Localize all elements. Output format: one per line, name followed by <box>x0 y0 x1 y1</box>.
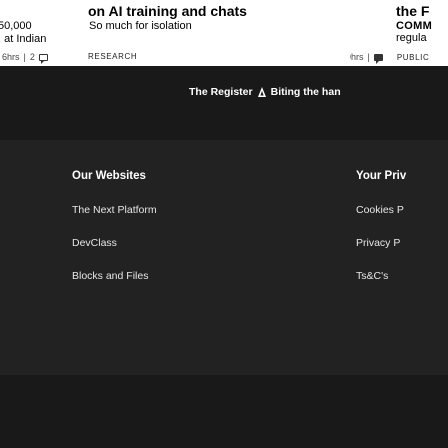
bite-icon <box>257 87 266 97</box>
article-card-center[interactable]: on AI training and chats So much for iso… <box>88 0 350 66</box>
footer-link-privacy-policy[interactable]: Privacy P <box>356 237 448 250</box>
article-subtitle: So much for isolation <box>89 20 192 32</box>
article-time: 6hrs <box>2 52 20 62</box>
footer-link-the-next-platform[interactable]: The Next Platform <box>72 204 242 217</box>
footer-link-blocks-and-files[interactable]: Blocks and Files <box>72 270 242 283</box>
article-card-left[interactable]: 50,000 , at Indian 6hrs | 2 <box>0 0 88 66</box>
footer-column-our-websites: Our Websites The Next Platform DevClass … <box>72 170 242 283</box>
article-card-right[interactable]: the F COMM regula 9hrs | PUBLIC <box>350 0 448 66</box>
footer-column-heading: Your Priv <box>356 170 407 182</box>
footer-link-devclass[interactable]: DevClass <box>72 237 242 250</box>
article-subtitle-line2: regula <box>396 32 427 44</box>
article-section-tag[interactable]: RESEARCH <box>88 52 137 61</box>
footer-link-terms[interactable]: Ts&C's <box>356 270 448 283</box>
article-section-tag[interactable]: PUBLIC <box>397 53 430 62</box>
tagline-bar: The Register Biting the han <box>0 66 448 140</box>
article-title[interactable]: on AI training and chats <box>88 3 247 19</box>
footer-bottom-bar <box>0 375 448 448</box>
article-subtitle: COMM <box>396 20 433 32</box>
article-time: 9hrs <box>350 52 364 62</box>
footer-column-your-privacy: Your Priv Cookies P Privacy P Ts&C's <box>356 170 448 283</box>
article-subtitle-line2: , at Indian <box>0 33 47 45</box>
article-meta: RESEARCH <box>88 52 137 61</box>
comment-icon <box>38 53 48 64</box>
comment-icon <box>373 53 383 64</box>
article-meta: 9hrs | PUBLIC <box>350 52 430 64</box>
article-comment-count: 2 <box>29 52 35 62</box>
article-title[interactable]: the F <box>396 3 429 19</box>
article-strip: 50,000 , at Indian 6hrs | 2 on AI traini… <box>0 0 448 66</box>
footer-tagline: The Register Biting the han <box>189 86 341 98</box>
footer-link-cookies-policy[interactable]: Cookies P <box>356 204 448 217</box>
footer-column-heading: Our Websites <box>72 170 146 182</box>
article-meta: 6hrs | 2 <box>2 52 48 64</box>
site-footer: The Register Biting the han Our Websites… <box>0 66 448 448</box>
article-subtitle: 50,000 <box>0 20 32 32</box>
